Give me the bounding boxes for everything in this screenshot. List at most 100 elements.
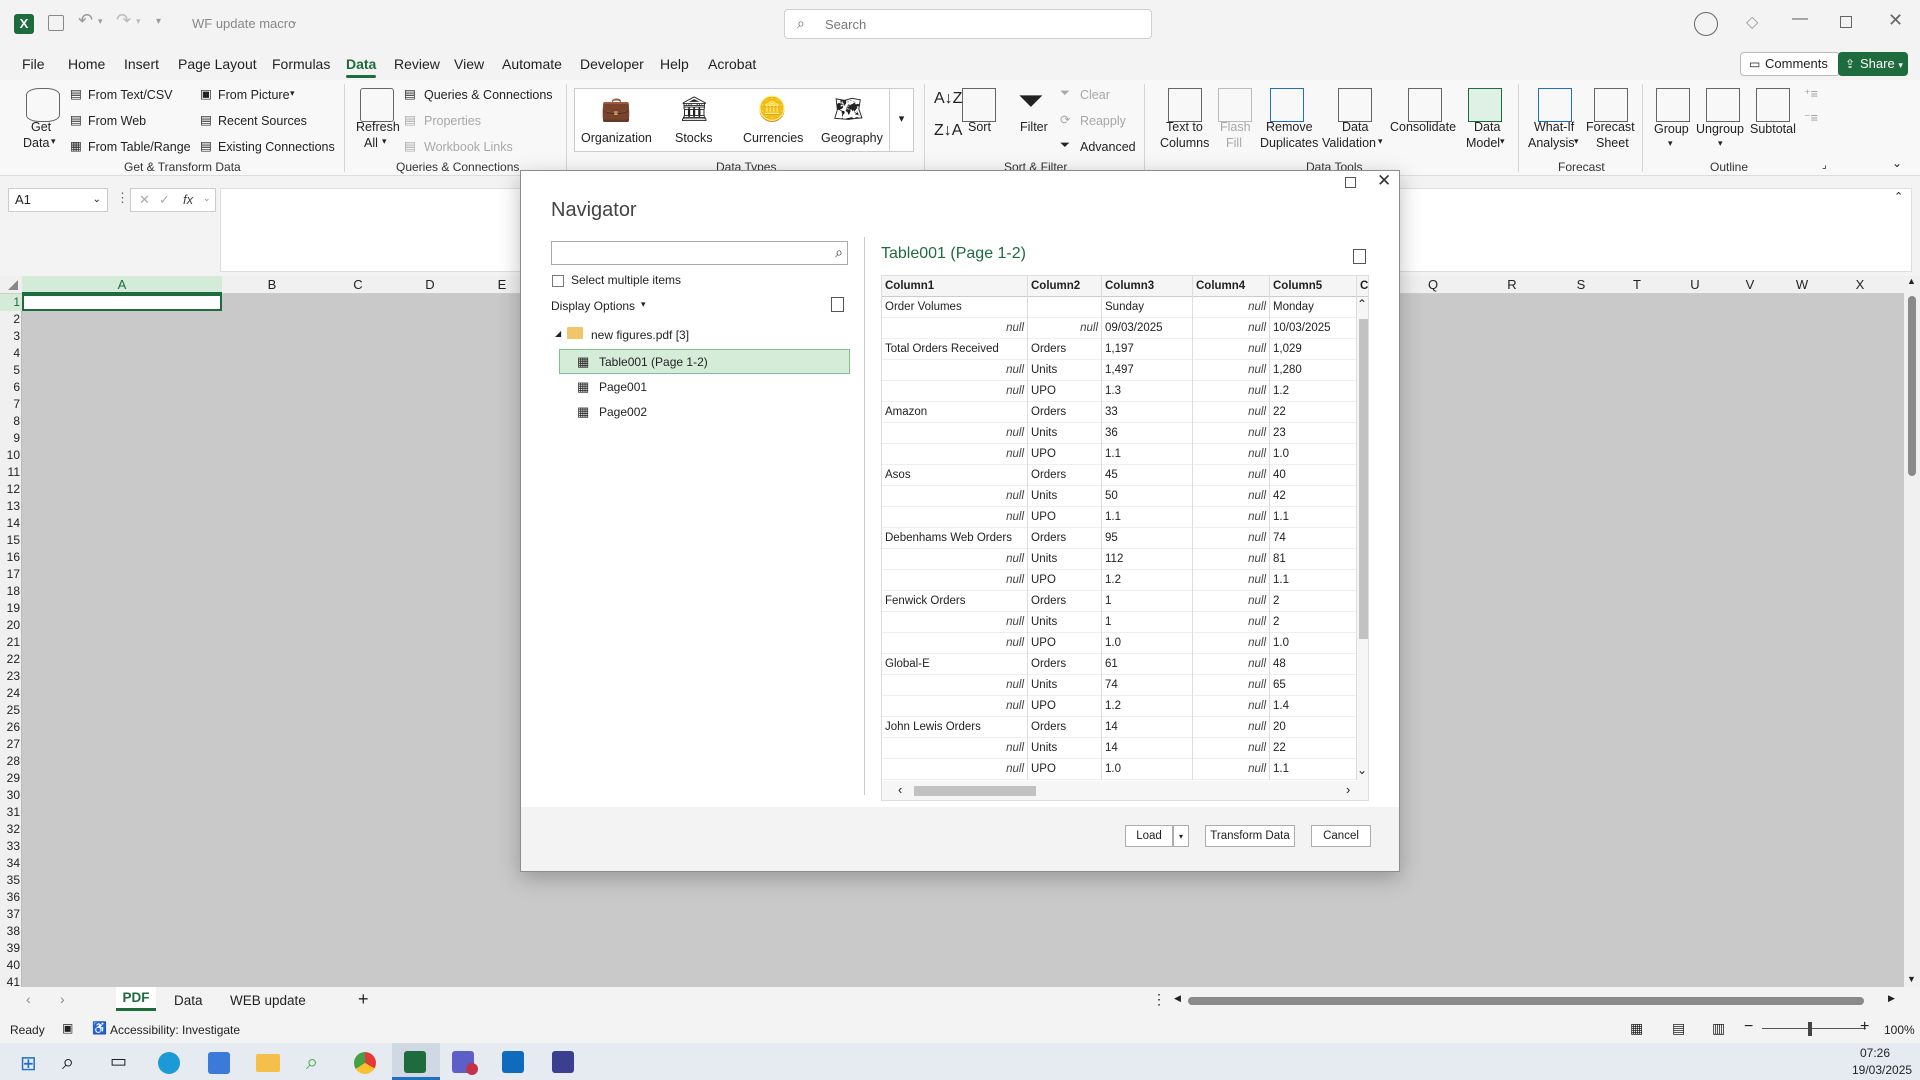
horizontal-scrollbar-thumb[interactable]: [1188, 997, 1864, 1005]
undo-dropdown-icon[interactable]: ▾: [98, 16, 103, 27]
column-header[interactable]: V: [1720, 276, 1780, 294]
geography-button[interactable]: Geography: [821, 131, 883, 145]
row-header[interactable]: 35: [0, 872, 22, 889]
row-header[interactable]: 1: [0, 294, 22, 311]
accessibility-icon[interactable]: ♿: [92, 1021, 107, 1035]
zoom-slider-thumb[interactable]: [1808, 1022, 1812, 1036]
outline-settings-icon[interactable]: ⌟: [1822, 160, 1827, 171]
clock-date[interactable]: 19/03/2025: [1852, 1063, 1912, 1077]
group-chevron-icon[interactable]: ▾: [1668, 138, 1673, 149]
file-name[interactable]: WF update macro: [192, 16, 295, 31]
from-web-button[interactable]: From Web: [88, 114, 146, 128]
transform-data-button[interactable]: Transform Data: [1205, 825, 1295, 847]
row-header[interactable]: 25: [0, 702, 22, 719]
flash-fill-icon[interactable]: [1218, 88, 1252, 122]
search-box[interactable]: ⌕ Search: [784, 9, 1152, 39]
row-header[interactable]: 20: [0, 617, 22, 634]
taskbar-search-icon[interactable]: ⌕: [62, 1049, 74, 1075]
tree-item-page002[interactable]: Page002: [599, 405, 647, 419]
account-avatar-icon[interactable]: [1694, 12, 1718, 36]
macro-record-icon[interactable]: ▣: [62, 1021, 73, 1035]
preview-horizontal-thumb[interactable]: [914, 786, 1036, 796]
tab-automate[interactable]: Automate: [502, 56, 562, 72]
properties-button[interactable]: Properties: [424, 114, 481, 128]
consolidate-icon[interactable]: [1408, 88, 1442, 122]
preview-horizontal-scrollbar[interactable]: ‹ ›: [882, 781, 1368, 800]
refresh-tree-icon[interactable]: [831, 297, 844, 312]
redo-icon[interactable]: ↷: [116, 10, 131, 31]
row-header[interactable]: 2: [0, 311, 22, 328]
next-sheet-icon[interactable]: ›: [60, 991, 65, 1007]
tab-home[interactable]: Home: [68, 56, 105, 72]
store-icon[interactable]: [208, 1052, 230, 1074]
what-if-label-2[interactable]: Analysis: [1528, 136, 1575, 150]
flash-fill-label-1[interactable]: Flash: [1220, 120, 1251, 134]
add-sheet-icon[interactable]: +: [358, 989, 369, 1010]
data-validation-icon[interactable]: [1338, 88, 1372, 122]
from-table-range-button[interactable]: From Table/Range: [88, 140, 191, 154]
get-data-label-1[interactable]: Get: [31, 120, 51, 134]
row-header[interactable]: 34: [0, 855, 22, 872]
sheet-tab-web-update[interactable]: WEB update: [230, 993, 306, 1008]
navigator-search-input[interactable]: ⌕: [551, 241, 848, 265]
hide-detail-icon[interactable]: ⁻≡: [1804, 110, 1818, 125]
chrome-icon[interactable]: [354, 1052, 376, 1074]
forecast-sheet-label-1[interactable]: Forecast: [1586, 120, 1635, 134]
reapply-button[interactable]: Reapply: [1080, 114, 1126, 128]
scroll-up-icon[interactable]: ⌃: [1357, 297, 1367, 311]
sort-descending-icon[interactable]: Z↓A: [934, 122, 962, 140]
preview-vertical-thumb[interactable]: [1359, 319, 1368, 639]
subtotal-icon[interactable]: [1756, 88, 1790, 122]
from-picture-chevron-icon[interactable]: ▾: [290, 88, 295, 99]
tab-file[interactable]: File: [22, 56, 45, 72]
scroll-down-icon[interactable]: ⌄: [1357, 763, 1367, 777]
insert-function-icon[interactable]: fx: [183, 192, 193, 207]
scroll-down-icon[interactable]: ▼: [1907, 974, 1916, 984]
from-picture-button[interactable]: From Picture: [218, 88, 290, 102]
tab-formulas[interactable]: Formulas: [272, 56, 330, 72]
row-header[interactable]: 24: [0, 685, 22, 702]
preview-export-icon[interactable]: [1353, 249, 1366, 264]
app-icon[interactable]: [552, 1051, 574, 1073]
row-header[interactable]: 16: [0, 549, 22, 566]
save-icon[interactable]: [48, 15, 64, 31]
prev-sheet-icon[interactable]: ‹: [26, 991, 31, 1007]
column-header[interactable]: X: [1824, 276, 1896, 294]
load-dropdown-button[interactable]: ▾: [1173, 825, 1189, 847]
remove-duplicates-label-1[interactable]: Remove: [1266, 120, 1313, 134]
row-header[interactable]: 27: [0, 736, 22, 753]
column-header[interactable]: A: [22, 276, 222, 294]
cancel-entry-icon[interactable]: ✕: [139, 192, 150, 208]
row-header[interactable]: 39: [0, 940, 22, 957]
sort-icon[interactable]: [962, 88, 996, 122]
existing-connections-button[interactable]: Existing Connections: [218, 140, 335, 154]
confirm-entry-icon[interactable]: ✓: [159, 192, 170, 208]
sort-button[interactable]: Sort: [968, 120, 991, 134]
forecast-sheet-icon[interactable]: [1594, 88, 1628, 122]
currencies-button[interactable]: Currencies: [743, 131, 803, 145]
data-model-icon[interactable]: [1468, 88, 1502, 122]
organization-button[interactable]: Organization: [581, 131, 652, 145]
row-header[interactable]: 28: [0, 753, 22, 770]
collapse-ribbon-icon[interactable]: ⌄: [1892, 156, 1902, 170]
consolidate-button[interactable]: Consolidate: [1390, 120, 1456, 134]
row-header[interactable]: 8: [0, 413, 22, 430]
row-header[interactable]: 6: [0, 379, 22, 396]
row-header[interactable]: 3: [0, 328, 22, 345]
subtotal-button[interactable]: Subtotal: [1750, 122, 1796, 136]
tab-page-layout[interactable]: Page Layout: [178, 56, 257, 72]
row-header[interactable]: 9: [0, 430, 22, 447]
hscroll-right-icon[interactable]: ▶: [1888, 993, 1895, 1004]
scroll-left-icon[interactable]: ‹: [898, 782, 902, 797]
row-header[interactable]: 37: [0, 906, 22, 923]
tab-view[interactable]: View: [454, 56, 484, 72]
data-validation-label-2[interactable]: Validation: [1322, 136, 1376, 150]
row-header[interactable]: 22: [0, 651, 22, 668]
group-icon[interactable]: [1656, 88, 1690, 122]
column-header[interactable]: S: [1558, 276, 1604, 294]
what-if-label-1[interactable]: What-If: [1534, 120, 1574, 134]
outlook-icon[interactable]: [502, 1051, 524, 1073]
ungroup-button[interactable]: Ungroup: [1696, 122, 1744, 136]
file-name-chevron-icon[interactable]: ⌄: [290, 16, 298, 27]
row-header[interactable]: 11: [0, 464, 22, 481]
